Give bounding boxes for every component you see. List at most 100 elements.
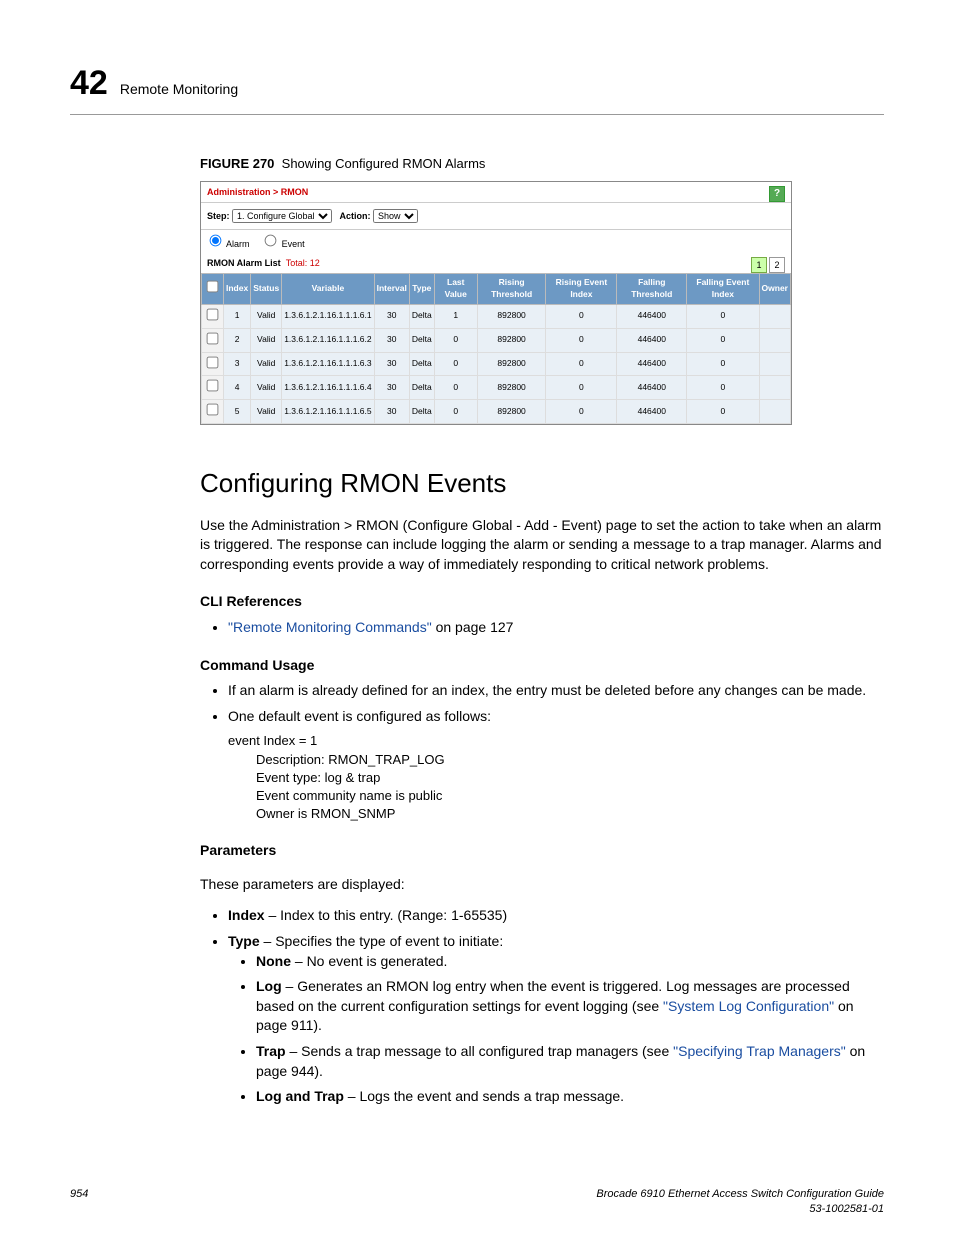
table-cell: 0 (687, 304, 759, 328)
chapter-number: 42 (70, 60, 108, 108)
col-header: Index (224, 273, 251, 304)
select-all-checkbox[interactable] (207, 281, 219, 293)
table-cell: 892800 (477, 376, 546, 400)
table-cell: 30 (374, 400, 409, 424)
table-cell: 446400 (617, 376, 687, 400)
col-header: Interval (374, 273, 409, 304)
table-cell: 0 (546, 400, 617, 424)
row-checkbox[interactable] (207, 308, 219, 320)
parameters-intro: These parameters are displayed: (200, 875, 884, 895)
breadcrumb: Administration > RMON ? (201, 182, 791, 204)
radio-alarm[interactable]: Alarm (207, 239, 250, 249)
table-cell: 1.3.6.1.2.1.16.1.1.1.6.1 (282, 304, 374, 328)
table-cell: 0 (687, 376, 759, 400)
table-cell: 1 (224, 304, 251, 328)
cli-ref-item: "Remote Monitoring Commands" on page 127 (228, 618, 884, 638)
table-cell: 0 (546, 352, 617, 376)
table-cell: 446400 (617, 400, 687, 424)
table-row: 5Valid1.3.6.1.2.1.16.1.1.1.6.530Delta089… (202, 400, 791, 424)
table-cell: 1.3.6.1.2.1.16.1.1.1.6.3 (282, 352, 374, 376)
table-cell: 30 (374, 328, 409, 352)
radio-event[interactable]: Event (262, 239, 305, 249)
table-cell: 30 (374, 376, 409, 400)
table-cell: 0 (546, 304, 617, 328)
page-number: 954 (70, 1187, 88, 1218)
toolbar: Step: 1. Configure Global Action: Show (201, 203, 791, 230)
figure-text: Showing Configured RMON Alarms (282, 156, 486, 171)
param-type-log: Log – Generates an RMON log entry when t… (256, 977, 884, 1036)
table-cell: 30 (374, 352, 409, 376)
table-cell: 0 (687, 400, 759, 424)
row-checkbox[interactable] (207, 332, 219, 344)
col-header: Falling Event Index (687, 273, 759, 304)
intro-paragraph: Use the Administration > RMON (Configure… (200, 516, 884, 575)
remote-monitoring-link[interactable]: "Remote Monitoring Commands" (228, 619, 432, 635)
table-cell: 446400 (617, 352, 687, 376)
page-1[interactable]: 1 (751, 257, 767, 273)
row-checkbox[interactable] (207, 356, 219, 368)
table-cell: 0 (434, 376, 477, 400)
row-checkbox[interactable] (207, 380, 219, 392)
table-cell (759, 400, 790, 424)
table-cell: 0 (434, 400, 477, 424)
table-cell: Delta (409, 400, 434, 424)
table-cell: 446400 (617, 328, 687, 352)
table-cell: 892800 (477, 400, 546, 424)
table-cell (759, 328, 790, 352)
table-cell: Valid (251, 328, 282, 352)
table-cell: Delta (409, 328, 434, 352)
action-select[interactable]: Show (373, 209, 418, 223)
col-header: Rising Threshold (477, 273, 546, 304)
table-cell (759, 304, 790, 328)
action-label: Action: (340, 211, 371, 221)
table-cell: Delta (409, 304, 434, 328)
param-type-trap: Trap – Sends a trap message to all confi… (256, 1042, 884, 1081)
table-cell: Delta (409, 376, 434, 400)
code-block: event Index = 1 Description: RMON_TRAP_L… (228, 732, 884, 823)
table-cell: 0 (687, 328, 759, 352)
table-cell: 4 (224, 376, 251, 400)
page-footer: 954 Brocade 6910 Ethernet Access Switch … (70, 1187, 884, 1218)
table-cell: 446400 (617, 304, 687, 328)
cli-references-heading: CLI References (200, 592, 884, 612)
table-cell: 892800 (477, 352, 546, 376)
table-cell: 1.3.6.1.2.1.16.1.1.1.6.4 (282, 376, 374, 400)
table-cell: 1 (434, 304, 477, 328)
figure-caption: FIGURE 270 Showing Configured RMON Alarm… (200, 155, 884, 173)
param-type-none: None – No event is generated. (256, 952, 884, 972)
table-cell: Valid (251, 400, 282, 424)
table-cell: 5 (224, 400, 251, 424)
col-header: Type (409, 273, 434, 304)
table-cell: 892800 (477, 304, 546, 328)
system-log-link[interactable]: "System Log Configuration" (663, 998, 834, 1014)
table-row: 3Valid1.3.6.1.2.1.16.1.1.1.6.330Delta089… (202, 352, 791, 376)
row-checkbox[interactable] (207, 404, 219, 416)
table-row: 1Valid1.3.6.1.2.1.16.1.1.1.6.130Delta189… (202, 304, 791, 328)
col-header: Rising Event Index (546, 273, 617, 304)
table-cell: 0 (546, 328, 617, 352)
col-header: Last Value (434, 273, 477, 304)
param-type: Type – Specifies the type of event to in… (228, 932, 884, 1107)
footer-right: Brocade 6910 Ethernet Access Switch Conf… (596, 1187, 884, 1218)
page-header: 42 Remote Monitoring (70, 60, 884, 115)
parameters-heading: Parameters (200, 841, 884, 861)
help-icon[interactable]: ? (769, 186, 785, 202)
table-cell: Valid (251, 376, 282, 400)
step-select[interactable]: 1. Configure Global (232, 209, 332, 223)
rmon-screenshot: Administration > RMON ? Step: 1. Configu… (200, 181, 792, 425)
col-header: Status (251, 273, 282, 304)
section-heading: Configuring RMON Events (200, 465, 884, 501)
col-header: Falling Threshold (617, 273, 687, 304)
pager: 12 (749, 257, 785, 273)
table-cell: 0 (546, 376, 617, 400)
step-label: Step: (207, 211, 230, 221)
table-cell: 1.3.6.1.2.1.16.1.1.1.6.2 (282, 328, 374, 352)
table-cell: Valid (251, 304, 282, 328)
col-header: Owner (759, 273, 790, 304)
table-cell (759, 376, 790, 400)
table-cell: Valid (251, 352, 282, 376)
trap-managers-link[interactable]: "Specifying Trap Managers" (673, 1043, 846, 1059)
table-cell: Delta (409, 352, 434, 376)
cmd-usage-item: One default event is configured as follo… (228, 707, 884, 727)
page-2[interactable]: 2 (769, 257, 785, 273)
